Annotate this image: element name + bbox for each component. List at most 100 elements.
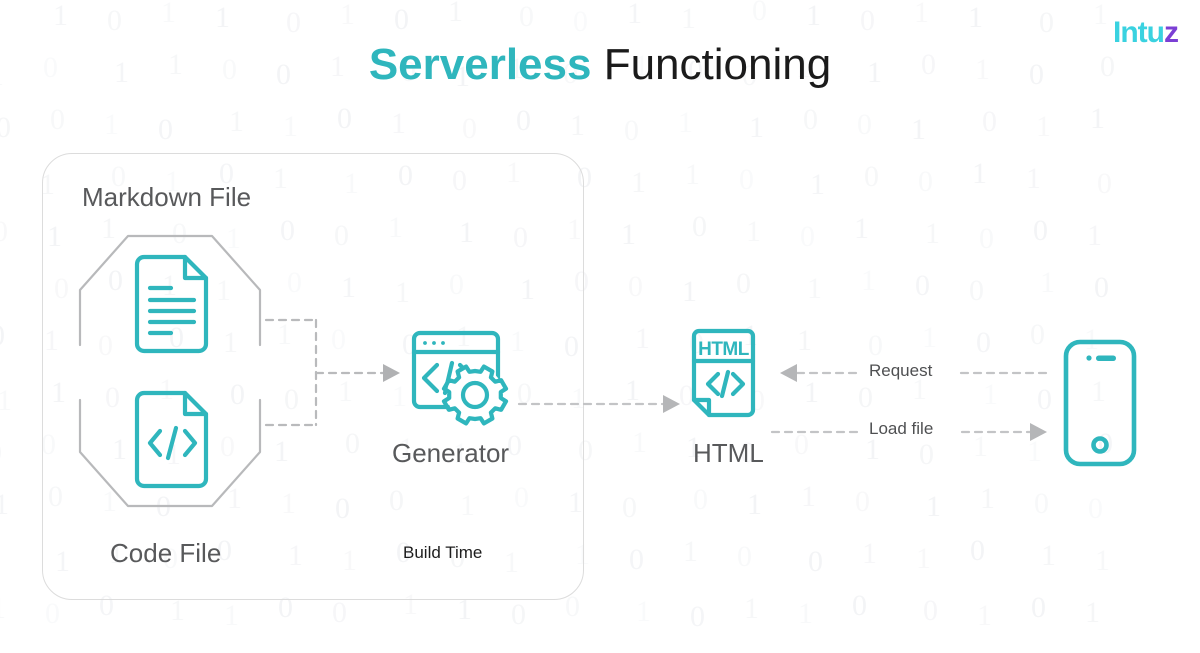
binary-digit: 1 bbox=[810, 168, 825, 201]
binary-digit: 1 bbox=[0, 594, 6, 624]
arrowhead-load-file bbox=[1030, 423, 1047, 441]
smartphone-icon bbox=[1063, 339, 1137, 467]
binary-digit: 0 bbox=[693, 483, 708, 516]
binary-digit: 0 bbox=[750, 384, 765, 417]
binary-digit: 1 bbox=[621, 218, 636, 251]
binary-digit: 1 bbox=[170, 594, 185, 627]
binary-digit: 1 bbox=[1084, 323, 1099, 356]
build-time-card bbox=[42, 153, 584, 600]
binary-digit: 0 bbox=[868, 329, 883, 362]
binary-digit: 1 bbox=[797, 324, 812, 357]
binary-digit: 0 bbox=[692, 210, 707, 243]
binary-digit: 1 bbox=[911, 113, 926, 146]
binary-digit: 0 bbox=[918, 165, 933, 198]
binary-digit: 0 bbox=[516, 104, 531, 137]
binary-digit: 1 bbox=[53, 0, 68, 32]
binary-digit: 0 bbox=[852, 589, 867, 622]
binary-digit: 0 bbox=[394, 3, 409, 36]
binary-digit: 0 bbox=[1034, 487, 1049, 520]
binary-digit: 1 bbox=[801, 480, 816, 513]
binary-digit: 1 bbox=[625, 374, 640, 407]
binary-digit: 1 bbox=[798, 597, 813, 630]
binary-digit: 1 bbox=[215, 1, 230, 34]
binary-digit: 1 bbox=[1027, 435, 1042, 468]
binary-digit: 1 bbox=[635, 322, 650, 355]
binary-digit: 1 bbox=[983, 378, 998, 411]
binary-digit: 1 bbox=[0, 165, 1, 195]
binary-digit: 0 bbox=[1037, 383, 1052, 416]
binary-digit: 1 bbox=[161, 0, 176, 29]
binary-digit: 1 bbox=[1026, 162, 1041, 195]
label-load-file-arrow: Load file bbox=[869, 419, 934, 438]
binary-digit: 0 bbox=[286, 6, 301, 39]
binary-digit: 1 bbox=[804, 376, 819, 409]
binary-digit: 1 bbox=[224, 599, 239, 632]
binary-digit: 1 bbox=[1095, 544, 1110, 577]
binary-digit: 0 bbox=[803, 103, 818, 136]
arrowhead-to-html bbox=[663, 395, 680, 413]
binary-digit: 1 bbox=[229, 105, 244, 138]
binary-digit: 0 bbox=[1088, 492, 1103, 525]
binary-digit: 0 bbox=[1098, 427, 1113, 460]
binary-digit: 0 bbox=[624, 114, 639, 147]
binary-digit: 0 bbox=[1030, 318, 1045, 351]
binary-digit: 0 bbox=[1033, 214, 1048, 247]
arrowhead-request bbox=[780, 364, 797, 382]
binary-digit: 1 bbox=[391, 107, 406, 140]
binary-digit: 1 bbox=[806, 0, 821, 32]
binary-digit: 1 bbox=[1041, 539, 1056, 572]
page-title-accent: Serverless bbox=[368, 40, 592, 89]
binary-digit: 1 bbox=[980, 482, 995, 515]
binary-digit: 0 bbox=[923, 594, 938, 627]
binary-digit: 1 bbox=[0, 384, 12, 417]
binary-digit: 1 bbox=[861, 264, 876, 297]
binary-digit: 0 bbox=[736, 267, 751, 300]
label-request-arrow: Request bbox=[869, 361, 933, 380]
binary-digit: 0 bbox=[689, 327, 704, 360]
binary-digit: 1 bbox=[973, 430, 988, 463]
binary-digit: 0 bbox=[855, 485, 870, 518]
binary-digit: 0 bbox=[860, 4, 875, 37]
binary-digit: 0 bbox=[970, 534, 985, 567]
label-html-output: HTML bbox=[693, 438, 764, 468]
binary-digit: 1 bbox=[1040, 266, 1055, 299]
binary-digit: 0 bbox=[969, 274, 984, 307]
binary-digit: 0 bbox=[1039, 6, 1054, 39]
logo-text-main: Intu bbox=[1113, 16, 1165, 49]
binary-digit: 0 bbox=[337, 102, 352, 135]
binary-digit: 1 bbox=[570, 109, 585, 142]
binary-digit: 1 bbox=[977, 599, 992, 632]
binary-digit: 1 bbox=[972, 157, 987, 190]
binary-digit: 1 bbox=[631, 166, 646, 199]
label-code-file: Code File bbox=[110, 538, 222, 568]
html-icon-text: HTML bbox=[698, 339, 750, 360]
binary-digit: 1 bbox=[1036, 110, 1051, 143]
binary-digit: 0 bbox=[915, 269, 930, 302]
binary-digit: 0 bbox=[462, 112, 477, 145]
label-build-time: Build Time bbox=[403, 543, 483, 562]
binary-digit: 0 bbox=[0, 321, 5, 351]
html-file-icon bbox=[691, 328, 756, 418]
binary-digit: 0 bbox=[573, 5, 588, 38]
binary-digit: 0 bbox=[800, 220, 815, 253]
binary-digit: 0 bbox=[45, 597, 60, 630]
binary-digit: 1 bbox=[746, 215, 761, 248]
binary-digit: 0 bbox=[622, 491, 637, 524]
binary-digit: 1 bbox=[632, 426, 647, 459]
binary-digit: 1 bbox=[1091, 375, 1106, 408]
binary-digit: 1 bbox=[0, 488, 9, 521]
binary-digit: 1 bbox=[747, 488, 762, 521]
binary-digit: 0 bbox=[629, 543, 644, 576]
binary-digit: 0 bbox=[50, 103, 65, 136]
binary-digit: 1 bbox=[749, 111, 764, 144]
binary-digit: 0 bbox=[679, 379, 694, 412]
binary-digit: 1 bbox=[914, 0, 929, 29]
binary-digit: 1 bbox=[926, 490, 941, 523]
binary-digit: 0 bbox=[857, 108, 872, 141]
binary-digit: 0 bbox=[1094, 271, 1109, 304]
binary-digit: 1 bbox=[922, 321, 937, 354]
binary-digit: 1 bbox=[627, 0, 642, 30]
binary-digit: 0 bbox=[864, 160, 879, 193]
binary-digit: 0 bbox=[519, 0, 534, 33]
binary-digit: 0 bbox=[794, 428, 809, 461]
